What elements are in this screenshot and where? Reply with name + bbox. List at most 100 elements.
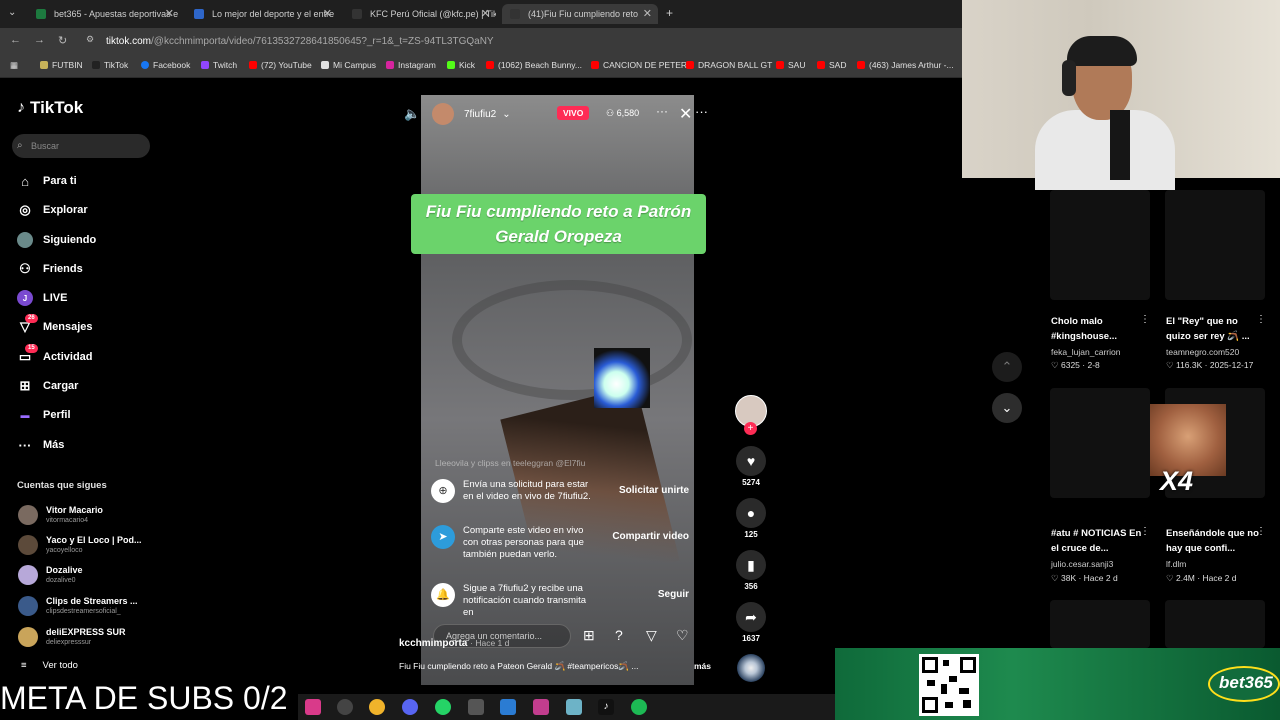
back-icon[interactable]: ← — [10, 34, 21, 46]
next-video-button[interactable]: ⌄ — [992, 393, 1022, 423]
sidebar-item-cargar[interactable]: ⊞ Cargar — [17, 374, 79, 398]
spotify-icon[interactable] — [631, 699, 647, 715]
sidebar-item-mensajes[interactable]: ▽ 26 Mensajes — [17, 314, 93, 339]
bookmark-facebook[interactable]: Facebook — [141, 60, 190, 70]
bookmark-tiktok[interactable]: TikTok — [92, 60, 128, 70]
app-icon-2[interactable] — [533, 699, 549, 715]
whatsapp-icon[interactable] — [435, 699, 451, 715]
tiktok-logo[interactable]: ♪ TikTok — [17, 98, 83, 118]
live-more-icon[interactable]: ··· — [656, 104, 668, 118]
tiktok-taskbar-icon[interactable]: ♪ — [598, 699, 614, 715]
rec-thumbnail[interactable] — [1050, 600, 1150, 648]
like-button[interactable]: ♥ 5274 — [735, 446, 767, 487]
twitch-icon — [201, 61, 209, 69]
rec-author[interactable]: lf.dlm — [1166, 559, 1186, 569]
new-tab-icon[interactable]: + — [666, 6, 673, 20]
gift-icon[interactable]: ⊞ — [583, 627, 595, 644]
bookmark-campus[interactable]: Mi Campus — [321, 60, 376, 70]
obs-icon[interactable] — [337, 699, 353, 715]
bookmark-instagram[interactable]: Instagram — [386, 60, 436, 70]
close-tab-icon[interactable]: ✕ — [481, 7, 490, 20]
account-dozalive[interactable]: Dozalive dozalive0 — [18, 562, 83, 588]
tab-tiktok-active[interactable]: (41)Fiu Fiu cumpliendo reto ✕ — [502, 4, 658, 24]
more-link[interactable]: más — [694, 661, 711, 671]
sidebar-item-mas[interactable]: ··· Más — [17, 433, 65, 457]
rec-menu-icon[interactable]: ⋮ — [1256, 526, 1266, 537]
volume-icon[interactable]: 🔈 — [404, 106, 420, 122]
share-video-button[interactable]: Compartir video — [612, 531, 689, 543]
rec-author[interactable]: julio.cesar.sanji3 — [1051, 559, 1113, 569]
account-deliexpress[interactable]: deliEXPRESS SUR deliexpresssur — [18, 624, 126, 650]
close-tab-icon[interactable]: ✕ — [643, 7, 652, 20]
bookmark-beach-bunny[interactable]: (1062) Beach Bunny... — [486, 60, 582, 70]
tab-sports[interactable]: Lo mejor del deporte y el entre ✕ — [186, 4, 338, 24]
chrome-icon[interactable] — [369, 699, 385, 715]
comment-button[interactable]: ● 125 — [735, 498, 767, 539]
account-vitor[interactable]: Vitor Macario vitormacario4 — [18, 502, 103, 528]
bookmark-kick[interactable]: Kick — [447, 60, 475, 70]
account-clips[interactable]: Clips de Streamers ... clipsdestreamersof… — [18, 593, 138, 619]
rec-thumbnail[interactable] — [1165, 190, 1265, 300]
sidebar-item-live[interactable]: J LIVE — [17, 286, 67, 310]
bookmark-james-arthur[interactable]: (463) James Arthur -... — [857, 60, 954, 70]
rec-title[interactable]: El "Rey" que no quizo ser rey 🪃 ... — [1166, 314, 1262, 344]
sidebar-item-friends[interactable]: ⚇ Friends — [17, 257, 83, 281]
word-icon[interactable] — [500, 699, 516, 715]
tab-search-icon[interactable]: ⌄ — [8, 7, 16, 18]
youtube-icon — [591, 61, 599, 69]
save-button[interactable]: ▮ 356 — [735, 550, 767, 591]
bookmark-youtube[interactable]: (72) YouTube — [249, 60, 312, 70]
music-disc-icon[interactable] — [737, 654, 765, 682]
bookmark-twitch[interactable]: Twitch — [201, 60, 237, 70]
rec-thumbnail[interactable] — [1050, 388, 1150, 498]
bookmark-peter[interactable]: CANCION DE PETER — [591, 60, 687, 70]
tab-kfc[interactable]: KFC Perú Oficial (@kfc.pe) | TikT ✕ — [344, 4, 496, 24]
bookmark-sau[interactable]: SAU — [776, 60, 805, 70]
sidebar-item-siguiendo[interactable]: Siguiendo — [17, 228, 96, 252]
rec-menu-icon[interactable]: ⋮ — [1256, 314, 1266, 325]
rec-author[interactable]: feka_lujan_carrion — [1051, 347, 1120, 357]
live-badge: VIVO — [557, 106, 590, 120]
bookmark-futbin[interactable]: FUTBIN — [40, 60, 83, 70]
close-tab-icon[interactable]: ✕ — [165, 7, 174, 20]
close-icon[interactable]: ✕ — [679, 104, 692, 124]
rec-thumbnail[interactable] — [1165, 600, 1265, 648]
discord-icon[interactable] — [402, 699, 418, 715]
rec-title[interactable]: #atu # NOTICIAS En el cruce de... — [1051, 526, 1147, 556]
bookmark-sad[interactable]: SAD — [817, 60, 846, 70]
apps-icon[interactable]: ▦ — [10, 60, 18, 71]
see-all-link[interactable]: ≡ Ver todo — [21, 660, 78, 671]
rec-title[interactable]: Cholo malo #kingshouse... — [1051, 314, 1147, 344]
url-field[interactable]: tiktok.com/@kcchmimporta/video/761353272… — [104, 33, 954, 51]
video-author[interactable]: kcchmimporta · Hace 1 d — [399, 638, 509, 649]
reload-icon[interactable]: ↻ — [58, 34, 67, 47]
question-icon[interactable]: ? — [615, 627, 623, 643]
sidebar-item-para-ti[interactable]: ⌂ Para ti — [17, 169, 77, 193]
close-tab-icon[interactable]: ✕ — [323, 7, 332, 20]
forward-icon[interactable]: → — [34, 34, 45, 46]
tab-bet365[interactable]: bet365 - Apuestas deportivas e ✕ — [28, 4, 180, 24]
share-button[interactable]: ➦ 1637 — [735, 602, 767, 643]
previous-video-button[interactable]: ⌃ — [992, 352, 1022, 382]
request-join-button[interactable]: Solicitar unirte — [619, 485, 689, 497]
sidebar-item-explorar[interactable]: ◎ Explorar — [17, 198, 87, 222]
filter-icon[interactable]: ▽ — [646, 627, 657, 644]
site-info-icon[interactable]: ⚙ — [86, 34, 94, 45]
calculator-icon[interactable] — [468, 699, 484, 715]
sidebar-item-perfil[interactable]: ▬ Perfil — [17, 403, 71, 427]
editor-icon[interactable] — [566, 699, 582, 715]
bookmark-dragonball[interactable]: DRAGON BALL GT — [686, 60, 772, 70]
rec-title[interactable]: Enseñándole que no hay que confi... — [1166, 526, 1262, 556]
more-options-icon[interactable]: ··· — [695, 104, 708, 119]
rec-author[interactable]: teamnegro.com520 — [1166, 347, 1239, 357]
follow-plus-icon[interactable]: + — [744, 422, 757, 435]
search-input[interactable]: ⌕ Buscar — [12, 134, 150, 158]
rec-menu-icon[interactable]: ⋮ — [1140, 314, 1150, 325]
account-yaco[interactable]: Yaco y El Loco | Pod... yacoyelloco — [18, 532, 142, 558]
rec-menu-icon[interactable]: ⋮ — [1140, 526, 1150, 537]
like-live-icon[interactable]: ♡ — [676, 627, 689, 644]
app-icon[interactable] — [305, 699, 321, 715]
rec-thumbnail[interactable] — [1050, 190, 1150, 300]
sidebar-item-actividad[interactable]: ▭ 15 Actividad — [17, 344, 93, 369]
follow-button[interactable]: Seguir — [658, 589, 689, 601]
